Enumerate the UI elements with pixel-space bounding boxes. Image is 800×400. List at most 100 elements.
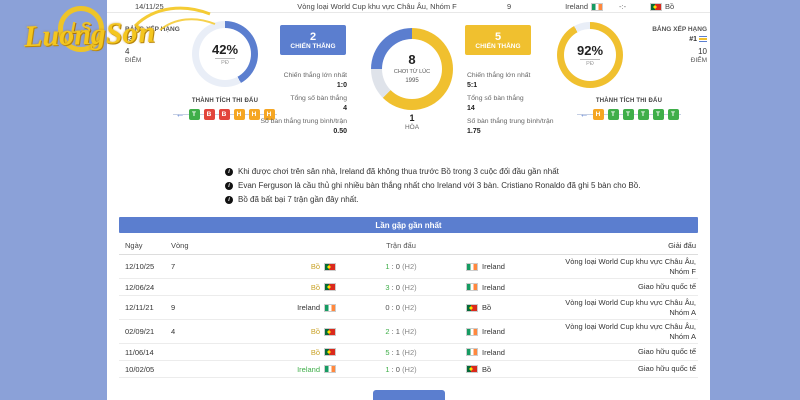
row-score-away: 1 bbox=[396, 348, 400, 357]
score-separator: : bbox=[392, 303, 394, 312]
col-round: Vòng bbox=[171, 241, 221, 250]
away-flag-icon bbox=[466, 348, 478, 356]
home-flag-icon bbox=[324, 263, 336, 271]
note-item: i Bồ đã bất bại 7 trận gần đây nhất. bbox=[225, 193, 710, 207]
home-wins-label: CHIẾN THẮNG bbox=[280, 43, 346, 50]
match-date: 14/11/25 bbox=[135, 0, 164, 13]
logo-monogram: LS bbox=[58, 6, 104, 52]
notes-section: i Khi được chơi trên sân nhà, Ireland đã… bbox=[225, 165, 710, 207]
form-result-box: H bbox=[593, 109, 604, 120]
score-separator: : bbox=[392, 327, 394, 336]
row-date: 02/09/21 bbox=[125, 327, 171, 336]
portugal-flag-icon bbox=[650, 3, 662, 11]
row-date: 12/10/25 bbox=[125, 262, 171, 271]
form-result-box: T bbox=[668, 109, 679, 120]
row-away-name: Bồ bbox=[482, 365, 491, 374]
page-background: 14/11/25 Vòng loại World Cup khu vực Châ… bbox=[0, 0, 800, 400]
right-winrate-value: 92% bbox=[577, 43, 603, 58]
stat-label: Số bàn thắng trung bình/trận bbox=[251, 117, 347, 126]
row-tournament: Giao hữu quốc tế bbox=[546, 282, 696, 292]
stat-value: 1:0 bbox=[251, 81, 347, 90]
row-score-home: 0 bbox=[385, 303, 389, 312]
h2h-table-header: Ngày Vòng Trận đấu Giải đấu bbox=[119, 237, 698, 255]
h2h-table: Ngày Vòng Trận đấu Giải đấu 12/10/25 7 B… bbox=[119, 237, 698, 378]
h2h-row[interactable]: 11/06/14 Bồ 5 : 1 (H2) Ireland Giao hữu … bbox=[119, 344, 698, 361]
show-more-button[interactable] bbox=[373, 390, 445, 400]
right-winrate-sub: PĐ bbox=[580, 59, 600, 67]
row-score-home: 5 bbox=[385, 348, 389, 357]
left-rank-value: #3 bbox=[125, 35, 195, 44]
row-home-name: Bồ bbox=[311, 327, 320, 336]
form-result-box: T bbox=[189, 109, 200, 120]
row-round: 9 bbox=[171, 303, 221, 312]
info-icon: i bbox=[225, 182, 233, 190]
row-score-home: 3 bbox=[385, 283, 389, 292]
played-count: 8 bbox=[408, 53, 415, 66]
left-rank-label: BẢNG XẾP HẠNG bbox=[125, 25, 195, 34]
row-score-away: 0 bbox=[396, 365, 400, 374]
row-score-home: 2 bbox=[385, 327, 389, 336]
row-away-name: Ireland bbox=[482, 348, 505, 357]
stats-section: BẢNG XẾP HẠNG #3 4 ĐIỂM 42% PĐ THÀNH TÍC… bbox=[107, 13, 710, 161]
row-round: 7 bbox=[171, 262, 221, 271]
score-note: (H2) bbox=[402, 262, 417, 271]
upcoming-match-row[interactable]: 14/11/25 Vòng loại World Cup khu vực Châ… bbox=[107, 0, 710, 13]
left-points: 4 bbox=[125, 47, 195, 56]
away-wins-label: CHIẾN THẮNG bbox=[465, 43, 531, 50]
right-points-label: ĐIỂM bbox=[627, 56, 707, 65]
stat-label: Tổng số bàn thắng bbox=[251, 94, 347, 103]
stat-value: 4 bbox=[251, 104, 347, 113]
home-flag-icon bbox=[324, 328, 336, 336]
left-rank-block: BẢNG XẾP HẠNG #3 4 ĐIỂM bbox=[125, 25, 195, 65]
row-score-away: 0 bbox=[396, 303, 400, 312]
right-form-block: THÀNH TÍCH THI ĐẤU ← H T T T T T bbox=[573, 98, 685, 120]
form-result-box: B bbox=[204, 109, 215, 120]
h2h-title-bar: Lần gặp gần nhất bbox=[119, 217, 698, 233]
row-score-home: 1 bbox=[385, 262, 389, 271]
h2h-row[interactable]: 12/11/21 9 Ireland 0 : 0 (H2) Bồ Vòng lo… bbox=[119, 296, 698, 320]
away-flag-icon bbox=[466, 304, 478, 312]
home-flag-icon bbox=[324, 283, 336, 291]
info-icon: i bbox=[225, 196, 233, 204]
played-label: CHƠI TỪ LÚC bbox=[394, 68, 430, 76]
row-away-name: Ireland bbox=[482, 327, 505, 336]
row-score-away: 1 bbox=[396, 327, 400, 336]
note-text: Evan Ferguson là cầu thủ ghi nhiều bàn t… bbox=[238, 179, 640, 193]
score-separator: : bbox=[392, 283, 394, 292]
stat-value: 5:1 bbox=[467, 81, 563, 90]
left-points-label: ĐIỂM bbox=[125, 56, 195, 65]
draws-count: 1 bbox=[371, 113, 453, 123]
row-tournament: Vòng loại World Cup khu vực Châu Âu, Nhó… bbox=[546, 257, 696, 276]
h2h-row[interactable]: 02/09/21 4 Bồ 2 : 1 (H2) Ireland Vòng lo… bbox=[119, 320, 698, 344]
right-form-label: THÀNH TÍCH THI ĐẤU bbox=[573, 98, 685, 104]
standings-icon bbox=[699, 36, 707, 43]
row-score-away: 0 bbox=[396, 283, 400, 292]
h2h-row[interactable]: 10/02/05 Ireland 1 : 0 (H2) Bồ Giao hữu … bbox=[119, 361, 698, 378]
row-round: 4 bbox=[171, 327, 221, 336]
form-result-box: T bbox=[638, 109, 649, 120]
right-rank-block: BẢNG XẾP HẠNG #1 10 ĐIỂM bbox=[627, 25, 707, 65]
row-home-name: Bồ bbox=[311, 262, 320, 271]
note-item: i Khi được chơi trên sân nhà, Ireland đã… bbox=[225, 165, 710, 179]
stat-label: Chiến thắng lớn nhất bbox=[251, 71, 347, 80]
h2h-row[interactable]: 12/10/25 7 Bồ 1 : 0 (H2) Ireland Vòng lo… bbox=[119, 255, 698, 279]
row-away-name: Ireland bbox=[482, 283, 505, 292]
col-match: Trận đấu bbox=[336, 241, 466, 250]
home-wins-count: 2 bbox=[280, 31, 346, 43]
row-away-name: Ireland bbox=[482, 262, 505, 271]
row-tournament: Giao hữu quốc tế bbox=[546, 347, 696, 357]
score-separator: : bbox=[392, 348, 394, 357]
row-away-name: Bồ bbox=[482, 303, 491, 312]
form-result-box: T bbox=[608, 109, 619, 120]
score-note: (H2) bbox=[402, 348, 417, 357]
form-arrow-icon: ← bbox=[580, 109, 589, 120]
form-result-box: T bbox=[623, 109, 634, 120]
score-separator: : bbox=[392, 262, 394, 271]
away-flag-icon bbox=[466, 365, 478, 373]
row-date: 10/02/05 bbox=[125, 365, 171, 374]
left-winrate-sub: PĐ bbox=[215, 58, 235, 66]
played-since-year: 1995 bbox=[405, 77, 418, 85]
score-separator: : bbox=[392, 365, 394, 374]
h2h-row[interactable]: 12/06/24 Bồ 3 : 0 (H2) Ireland Giao hữu … bbox=[119, 279, 698, 296]
stat-label: Số bàn thắng trung bình/trận bbox=[467, 117, 563, 126]
